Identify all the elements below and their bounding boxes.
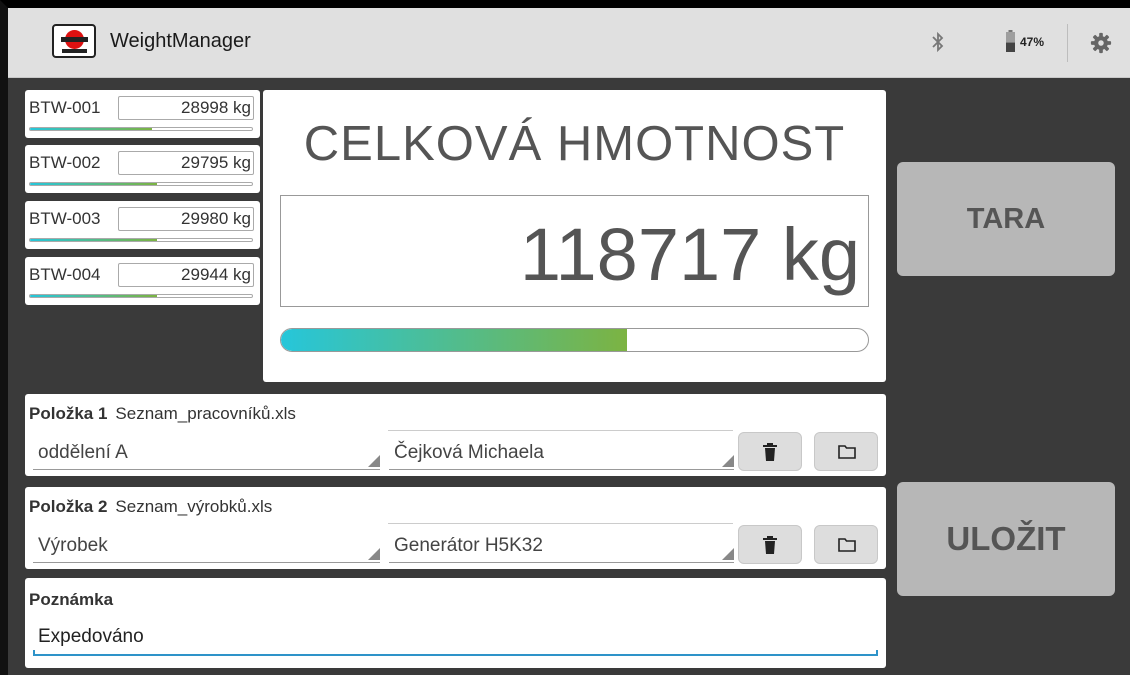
dropdown-value: oddělení A xyxy=(38,442,128,463)
note-label: Poznámka xyxy=(29,590,114,609)
total-weight-panel: CELKOVÁ HMOTNOST 118717 kg xyxy=(263,90,886,382)
sensor-value: 28998 kg xyxy=(118,96,254,120)
gear-icon[interactable] xyxy=(1090,32,1112,54)
sensor-btw-002: BTW-002 29795 kg xyxy=(25,145,260,193)
delete-button[interactable] xyxy=(738,525,802,564)
open-file-button[interactable] xyxy=(814,525,878,564)
dropdown-value: Výrobek xyxy=(38,535,108,556)
item-2-panel: Položka 2 Seznam_výrobků.xls Výrobek Gene… xyxy=(25,487,886,569)
divider xyxy=(388,523,733,524)
battery-icon xyxy=(1006,30,1015,52)
dropdown-arrow-icon xyxy=(368,455,380,467)
trash-icon xyxy=(763,536,777,554)
sensor-value: 29980 kg xyxy=(118,207,254,231)
product-dropdown[interactable]: Generátor H5K32 xyxy=(389,533,734,563)
sensor-level-bar xyxy=(29,127,253,131)
employee-dropdown[interactable]: Čejková Michaela xyxy=(389,440,734,470)
item-number: Položka 2 xyxy=(29,497,108,516)
delete-button[interactable] xyxy=(738,432,802,471)
divider xyxy=(388,430,733,431)
sensor-value: 29944 kg xyxy=(118,263,254,287)
dropdown-arrow-icon xyxy=(368,548,380,560)
sensor-level-bar xyxy=(29,238,253,242)
input-corner xyxy=(33,650,35,656)
tara-button[interactable]: TARA xyxy=(897,162,1115,276)
sensor-name: BTW-002 xyxy=(29,153,101,172)
action-bar-divider xyxy=(1067,24,1068,62)
app-title: WeightManager xyxy=(110,30,251,52)
sensor-value: 29795 kg xyxy=(118,151,254,175)
item-label: Položka 1 Seznam_pracovníků.xls xyxy=(29,404,296,424)
item-file: Seznam_pracovníků.xls xyxy=(115,404,296,423)
dropdown-value: Čejková Michaela xyxy=(394,442,544,463)
sensor-btw-003: BTW-003 29980 kg xyxy=(25,201,260,249)
note-input[interactable]: Expedováno xyxy=(33,622,878,656)
battery-percent: 47% xyxy=(1020,35,1045,49)
sensor-btw-001: BTW-001 28998 kg xyxy=(25,90,260,138)
item-file: Seznam_výrobků.xls xyxy=(115,497,273,516)
item-number: Položka 1 xyxy=(29,404,108,423)
total-weight-value: 118717 kg xyxy=(519,213,860,296)
open-file-button[interactable] xyxy=(814,432,878,471)
sensor-name: BTW-003 xyxy=(29,209,101,228)
folder-icon xyxy=(838,445,856,459)
folder-icon xyxy=(838,538,856,552)
sensor-name: BTW-001 xyxy=(29,98,101,117)
dropdown-arrow-icon xyxy=(722,548,734,560)
item-label: Položka 2 Seznam_výrobků.xls xyxy=(29,497,272,517)
input-corner xyxy=(876,650,878,656)
save-button[interactable]: ULOŽIT xyxy=(897,482,1115,596)
item-1-panel: Položka 1 Seznam_pracovníků.xls oddělení … xyxy=(25,394,886,476)
sensor-level-bar xyxy=(29,182,253,186)
total-weight-bar xyxy=(280,328,869,352)
dropdown-arrow-icon xyxy=(722,455,734,467)
action-bar: WeightManager 47% xyxy=(8,8,1130,78)
sensor-name: BTW-004 xyxy=(29,265,101,284)
note-panel: Poznámka Expedováno xyxy=(25,578,886,668)
dropdown-value: Generátor H5K32 xyxy=(394,535,543,556)
logo-icon xyxy=(52,24,96,58)
app-window: WeightManager 47% BTW-001 28998 kg BTW-0… xyxy=(0,0,1130,675)
category-dropdown[interactable]: Výrobek xyxy=(33,533,380,563)
total-weight-title: CELKOVÁ HMOTNOST xyxy=(303,117,846,171)
sensor-level-bar xyxy=(29,294,253,298)
total-weight-display: 118717 kg xyxy=(280,195,869,307)
department-dropdown[interactable]: oddělení A xyxy=(33,440,380,470)
trash-icon xyxy=(763,443,777,461)
sensor-btw-004: BTW-004 29944 kg xyxy=(25,257,260,305)
bluetooth-icon xyxy=(932,31,944,53)
